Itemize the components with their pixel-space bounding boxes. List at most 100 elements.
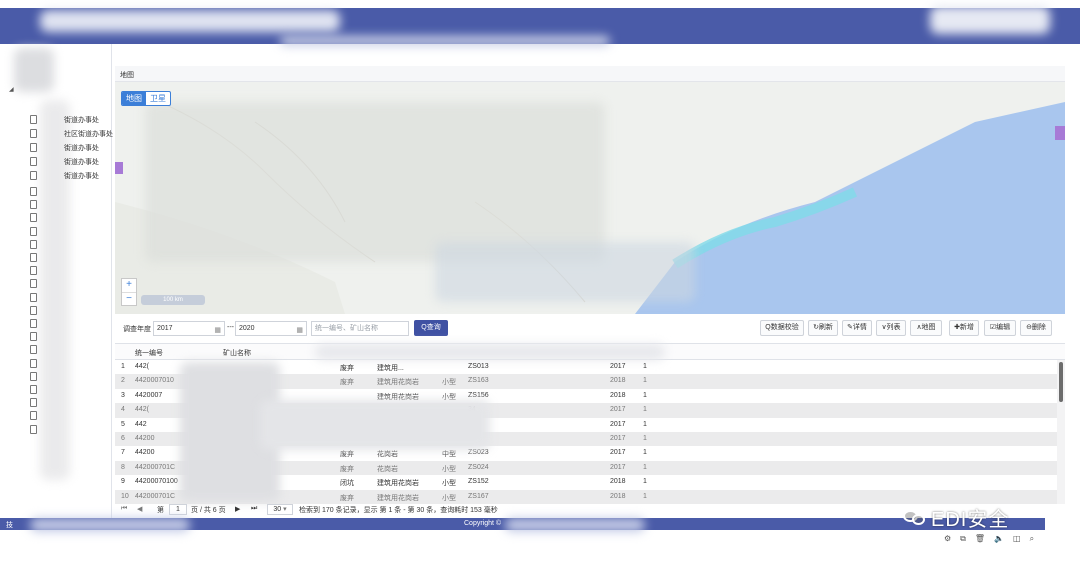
- cell-count: 1: [643, 478, 647, 486]
- tree-item[interactable]: [30, 265, 110, 277]
- query-button[interactable]: Q查询: [414, 320, 448, 336]
- year-from-value: 2017: [157, 325, 173, 332]
- cell-count: 1: [643, 391, 647, 399]
- next-page-button[interactable]: ▶: [235, 505, 240, 513]
- cell-zs-code: ZS156: [468, 391, 489, 399]
- cell-row-number: 7: [121, 449, 125, 457]
- layout-icon[interactable]: ◫: [1013, 534, 1021, 546]
- cell-status: 废弃: [340, 379, 354, 387]
- redacted-header-cells: [315, 344, 665, 360]
- add-button[interactable]: ✚新增: [949, 320, 979, 336]
- tree-item[interactable]: [30, 252, 110, 264]
- column-header-code[interactable]: 统一编号: [135, 348, 163, 358]
- delete-button[interactable]: ⊖删除: [1020, 320, 1052, 336]
- tree-item[interactable]: [30, 305, 110, 317]
- window-icon[interactable]: ⧉: [960, 534, 966, 546]
- map-view[interactable]: 地图 卫星 + − 100 km: [115, 82, 1065, 314]
- map-type-switch: 地图 卫星: [121, 91, 171, 106]
- detail-button[interactable]: ✎详情: [842, 320, 872, 336]
- tree-item[interactable]: 街道办事处: [30, 114, 110, 126]
- year-from-input[interactable]: 2017 ▦: [153, 321, 225, 336]
- page-number-input[interactable]: 1: [169, 504, 187, 515]
- calendar-icon[interactable]: ▦: [296, 324, 303, 337]
- cell-zs-code: ZS023: [468, 449, 489, 457]
- tree-item[interactable]: [30, 318, 110, 330]
- tree-item[interactable]: [30, 410, 110, 422]
- zoom-out-button[interactable]: −: [122, 292, 136, 305]
- cell-year: 2018: [610, 391, 626, 399]
- search-input[interactable]: 统一编号、矿山名称: [311, 321, 409, 336]
- cell-year: 2018: [610, 377, 626, 385]
- tree-item[interactable]: 社区街道办事处: [30, 128, 113, 140]
- tree-item[interactable]: [30, 212, 110, 224]
- document-icon: [30, 239, 37, 249]
- tree-item[interactable]: [30, 226, 110, 238]
- scrollbar-thumb[interactable]: [1059, 362, 1063, 402]
- zoom-in-button[interactable]: +: [122, 279, 136, 292]
- document-icon: [30, 213, 37, 223]
- first-page-button[interactable]: ⏮: [121, 505, 127, 513]
- trash-icon[interactable]: 🗑: [975, 534, 985, 546]
- redacted-header-area: [280, 36, 610, 46]
- footer-left-text: 技: [6, 522, 13, 529]
- document-icon: [30, 143, 37, 152]
- tree-item[interactable]: [30, 371, 110, 383]
- cell-row-number: 6: [121, 434, 125, 442]
- column-header-mine-name[interactable]: 矿山名称: [223, 348, 251, 358]
- table-vertical-scrollbar[interactable]: [1057, 360, 1065, 504]
- cell-status: 废弃: [340, 494, 354, 502]
- tree-item[interactable]: [30, 331, 110, 343]
- cell-year: 2017: [610, 449, 626, 457]
- tree-item[interactable]: [30, 278, 110, 290]
- year-to-input[interactable]: 2020 ▦: [235, 321, 307, 336]
- cell-count: 1: [643, 463, 647, 471]
- survey-year-label: 调查年度: [123, 326, 151, 333]
- edit-button[interactable]: ☑编辑: [984, 320, 1016, 336]
- cell-count: 1: [643, 420, 647, 428]
- cell-mineral: 建筑用...: [377, 365, 404, 372]
- tree-item[interactable]: [30, 292, 110, 304]
- tree-item[interactable]: 街道办事处: [30, 142, 110, 154]
- map-type-satellite-button[interactable]: 卫星: [146, 92, 170, 105]
- prev-page-button[interactable]: ◀: [137, 505, 142, 513]
- settings-icon[interactable]: ⚙: [944, 534, 951, 546]
- cell-mineral: 建筑用花岗岩: [377, 494, 419, 502]
- tree-item[interactable]: [30, 239, 110, 251]
- cell-status: 闭坑: [340, 480, 354, 488]
- list-view-button[interactable]: ∨列表: [876, 320, 906, 336]
- tree-item[interactable]: [30, 358, 110, 370]
- map-view-button[interactable]: ∧地图: [910, 320, 942, 336]
- footer-copyright: Copyright ©: [464, 520, 502, 527]
- cell-year: 2017: [610, 463, 626, 471]
- calendar-icon[interactable]: ▦: [214, 324, 221, 337]
- cell-row-number: 3: [121, 391, 125, 399]
- tree-item[interactable]: 街道办事处: [30, 156, 110, 168]
- search-icon[interactable]: ⌕: [1030, 534, 1034, 546]
- cell-code: 4420007: [135, 391, 163, 399]
- tree-item[interactable]: [30, 199, 110, 211]
- tree-item[interactable]: [30, 344, 110, 356]
- cell-year: 2017: [610, 406, 626, 414]
- document-icon: [30, 266, 37, 276]
- last-page-button[interactable]: ⏭: [251, 505, 257, 513]
- tree-item[interactable]: 街道办事处: [30, 170, 110, 182]
- refresh-button[interactable]: ↻刷新: [808, 320, 838, 336]
- data-check-button[interactable]: Q数据校验: [760, 320, 804, 336]
- page-size-select[interactable]: 30 ▾: [267, 504, 293, 515]
- cell-code: 44200: [135, 449, 155, 457]
- redacted-map-area: [145, 102, 605, 262]
- tree-item[interactable]: [30, 384, 110, 396]
- tree-item[interactable]: [30, 424, 110, 436]
- speaker-icon[interactable]: 🔈: [994, 534, 1004, 546]
- document-icon: [30, 424, 37, 434]
- tree-item[interactable]: [30, 186, 110, 198]
- cell-size: 小型: [442, 465, 456, 473]
- document-icon: [30, 385, 37, 394]
- tree-expand-icon[interactable]: ◢: [9, 86, 14, 93]
- tree-item[interactable]: [30, 397, 110, 409]
- map-type-map-button[interactable]: 地图: [122, 92, 146, 105]
- tree-item-label: 街道办事处: [64, 145, 99, 152]
- cell-code: 442(: [135, 363, 150, 370]
- cell-row-number: 8: [121, 463, 125, 471]
- cell-row-number: 2: [121, 377, 125, 385]
